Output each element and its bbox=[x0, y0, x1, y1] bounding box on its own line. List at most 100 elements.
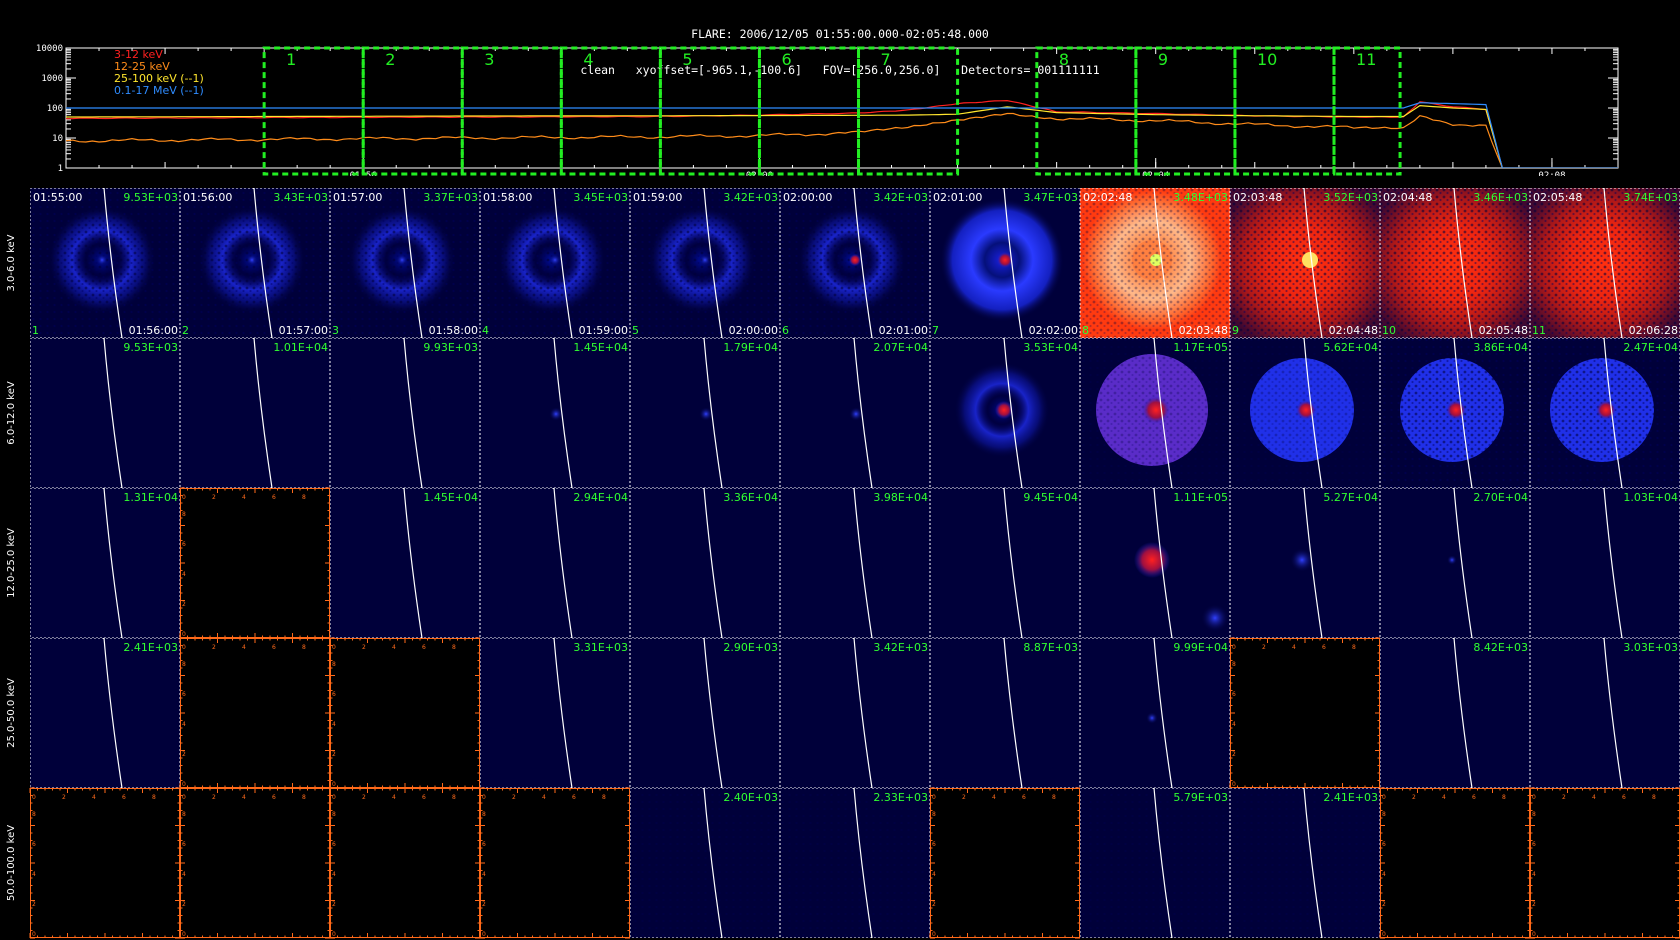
interval-box bbox=[1233, 46, 1336, 176]
image-cell: 1.31E+04 bbox=[30, 487, 180, 639]
empty-y-tick-label: 2 bbox=[932, 901, 936, 908]
empty-x-tick-label: 6 bbox=[422, 794, 426, 801]
image-cell: 3.47E+03 02:01:00 02:02:00 7 bbox=[930, 188, 1080, 339]
empty-x-tick-label: 0 bbox=[332, 794, 336, 801]
empty-x-tick-label: 8 bbox=[602, 794, 606, 801]
source-spot bbox=[1447, 555, 1457, 565]
empty-y-tick-label: 4 bbox=[482, 871, 486, 878]
interval-number: 5 bbox=[682, 50, 692, 69]
end-time-label: 02:03:48 bbox=[1179, 324, 1228, 337]
empty-y-tick-label: 2 bbox=[32, 901, 36, 908]
image-cell: 5.62E+04 bbox=[1230, 337, 1380, 489]
source-spot bbox=[96, 254, 108, 266]
empty-y-tick-label: 6 bbox=[1232, 691, 1236, 698]
image-cell: 2.07E+04 bbox=[780, 337, 930, 489]
source-spot bbox=[1296, 400, 1316, 420]
end-time-label: 01:56:00 bbox=[129, 324, 178, 337]
y-tick-label: 1000 bbox=[41, 74, 63, 84]
image-grid: 3.0-6.0 keV 9.53E+03 01:55:00 01:56:00 1 3.43… bbox=[6, 188, 1680, 939]
interval-box bbox=[658, 46, 761, 176]
max-value-label: 1.45E+04 bbox=[573, 341, 628, 354]
empty-x-tick-label: 4 bbox=[1292, 644, 1296, 651]
start-time-label: 02:01:00 bbox=[933, 191, 982, 204]
max-value-label: 1.11E+05 bbox=[1173, 491, 1228, 504]
empty-x-tick-label: 8 bbox=[452, 644, 456, 651]
empty-y-tick-label: 6 bbox=[332, 841, 336, 848]
max-value-label: 2.40E+03 bbox=[723, 791, 778, 804]
empty-y-tick-label: 8 bbox=[32, 811, 36, 818]
start-time-label: 02:02:48 bbox=[1083, 191, 1132, 204]
series-line-4 bbox=[66, 102, 1618, 168]
empty-x-tick-label: 6 bbox=[1322, 644, 1326, 651]
empty-y-tick-label: 2 bbox=[1532, 901, 1536, 908]
max-value-label: 3.45E+03 bbox=[573, 191, 628, 204]
empty-y-tick-label: 0 bbox=[1232, 781, 1236, 788]
source-spot bbox=[1142, 396, 1170, 424]
image-cell: 2.40E+03 bbox=[630, 787, 780, 939]
max-value-label: 8.42E+03 bbox=[1473, 641, 1528, 654]
image-cell: 9.53E+03 01:55:00 01:56:00 1 bbox=[30, 188, 180, 339]
image-background bbox=[30, 638, 180, 788]
empty-x-tick-label: 2 bbox=[362, 644, 366, 651]
empty-y-tick-label: 8 bbox=[482, 811, 486, 818]
image-cell: 3.42E+03 bbox=[780, 637, 930, 789]
source-spot bbox=[1596, 400, 1616, 420]
interval-number: 8 bbox=[1059, 50, 1069, 69]
end-time-label: 01:59:00 bbox=[579, 324, 628, 337]
empty-x-tick-label: 8 bbox=[302, 794, 306, 801]
image-cell: 0 0 2 2 4 4 6 6 8 8 bbox=[929, 787, 1081, 939]
start-time-label: 01:56:00 bbox=[183, 191, 232, 204]
image-cell: 5.79E+03 bbox=[1080, 787, 1230, 939]
x-tick-label: 02:08 bbox=[1538, 171, 1565, 176]
start-time-label: 01:58:00 bbox=[483, 191, 532, 204]
image-cell: 3.48E+03 02:02:48 02:03:48 8 bbox=[1080, 188, 1230, 339]
empty-y-tick-label: 8 bbox=[1382, 811, 1386, 818]
interval-number: 1 bbox=[286, 50, 296, 69]
image-cell: 3.03E+03 bbox=[1530, 637, 1680, 789]
start-time-label: 02:04:48 bbox=[1383, 191, 1432, 204]
empty-panel bbox=[330, 788, 480, 938]
empty-y-tick-label: 4 bbox=[332, 721, 336, 728]
interval-number: 11 bbox=[1356, 50, 1376, 69]
interval-number: 7 bbox=[881, 50, 891, 69]
energy-band-label: 25.0-50.0 keV bbox=[6, 678, 17, 748]
image-cell: 8.42E+03 bbox=[1380, 637, 1530, 789]
empty-x-tick-label: 8 bbox=[1352, 644, 1356, 651]
image-background bbox=[930, 638, 1080, 788]
series-line-3 bbox=[66, 104, 1618, 168]
empty-x-tick-label: 0 bbox=[332, 644, 336, 651]
end-time-label: 02:05:48 bbox=[1479, 324, 1528, 337]
image-speckle bbox=[1380, 188, 1530, 338]
max-value-label: 3.42E+03 bbox=[723, 191, 778, 204]
empty-x-tick-label: 4 bbox=[1592, 794, 1596, 801]
image-background bbox=[630, 488, 780, 638]
end-time-label: 02:06:28 bbox=[1629, 324, 1678, 337]
empty-x-tick-label: 4 bbox=[992, 794, 996, 801]
image-cell: 3.36E+04 bbox=[630, 487, 780, 639]
empty-x-tick-label: 4 bbox=[242, 494, 246, 501]
image-cell: 2.94E+04 bbox=[480, 487, 630, 639]
image-cell: 1.11E+05 bbox=[1080, 487, 1230, 639]
empty-x-tick-label: 0 bbox=[482, 794, 486, 801]
interval-box bbox=[1134, 46, 1237, 176]
image-cell: 2.41E+03 bbox=[30, 637, 180, 789]
max-value-label: 2.07E+04 bbox=[873, 341, 928, 354]
empty-x-tick-label: 2 bbox=[962, 794, 966, 801]
source-spot bbox=[849, 254, 861, 266]
image-background bbox=[780, 638, 930, 788]
empty-x-tick-label: 2 bbox=[212, 794, 216, 801]
image-background bbox=[330, 338, 480, 488]
empty-x-tick-label: 8 bbox=[302, 494, 306, 501]
empty-y-tick-label: 6 bbox=[1382, 841, 1386, 848]
image-cell: 0 0 2 2 4 4 6 6 8 8 bbox=[1229, 637, 1381, 789]
empty-y-tick-label: 6 bbox=[1532, 841, 1536, 848]
empty-x-tick-label: 8 bbox=[452, 794, 456, 801]
image-cell: 0 0 2 2 4 4 6 6 8 8 bbox=[329, 787, 481, 939]
image-cell: 5.27E+04 bbox=[1230, 487, 1380, 639]
image-noise bbox=[1080, 788, 1230, 938]
empty-y-tick-label: 8 bbox=[932, 811, 936, 818]
empty-x-tick-label: 0 bbox=[1532, 794, 1536, 801]
interval-box bbox=[559, 46, 662, 176]
interval-index-label: 4 bbox=[482, 324, 489, 337]
source-spot bbox=[1134, 542, 1170, 578]
